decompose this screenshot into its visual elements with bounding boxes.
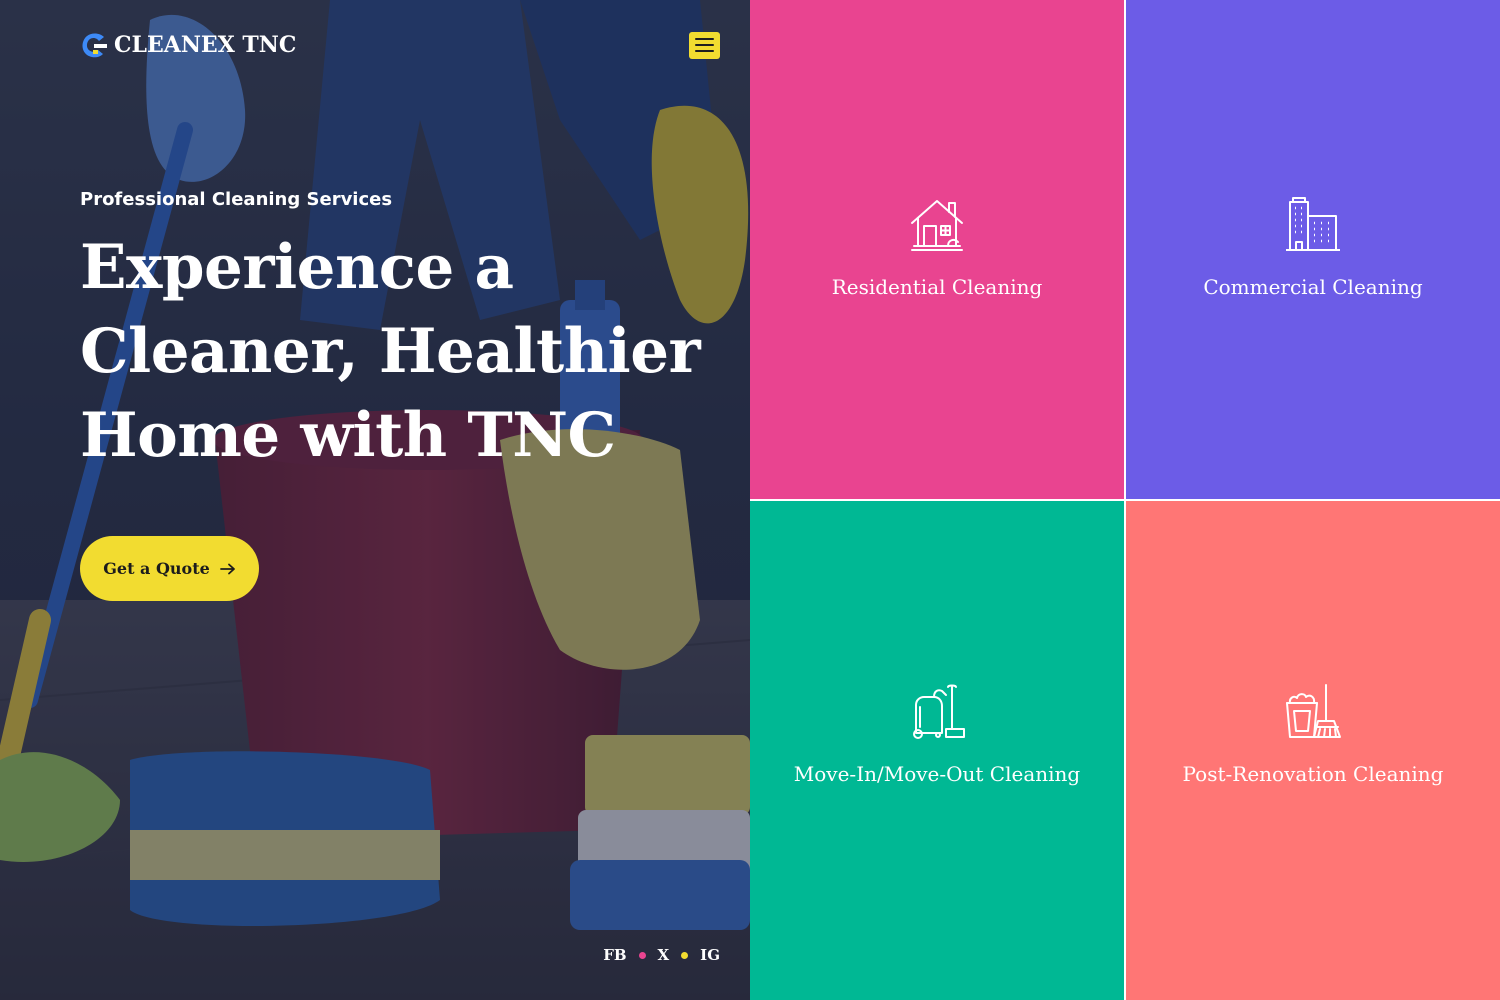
- service-tile-move-in-out[interactable]: Move-In/Move-Out Cleaning: [750, 501, 1124, 1000]
- social-links: FB X IG: [603, 946, 720, 964]
- social-separator-dot: [681, 951, 689, 959]
- hero-dark-overlay: [0, 0, 750, 1000]
- vacuum-cleaner-icon: [908, 683, 966, 741]
- service-title: Move-In/Move-Out Cleaning: [793, 762, 1081, 786]
- get-quote-label: Get a Quote: [103, 559, 210, 578]
- hero-headline: Experience a Cleaner, Healthier Home wit…: [80, 226, 730, 478]
- service-title: Residential Cleaning: [831, 275, 1043, 299]
- services-grid: Residential Cleaning Commercial Cleaning: [750, 0, 1500, 1000]
- get-quote-button[interactable]: Get a Quote: [80, 536, 259, 601]
- service-tile-post-renovation[interactable]: Post-Renovation Cleaning: [1126, 501, 1500, 1000]
- service-tile-residential[interactable]: Residential Cleaning: [750, 0, 1124, 499]
- menu-line: [695, 38, 714, 40]
- headline-line: Experience a: [80, 232, 514, 303]
- service-title: Post-Renovation Cleaning: [1182, 762, 1444, 786]
- service-title: Commercial Cleaning: [1203, 275, 1423, 299]
- menu-line: [695, 50, 714, 52]
- brand-name: CLEANEX TNC: [114, 32, 297, 58]
- headline-line: Home with TNC: [80, 400, 616, 471]
- social-link-x[interactable]: X: [658, 946, 670, 964]
- social-link-fb[interactable]: FB: [603, 946, 626, 964]
- arrow-right-icon: [219, 563, 235, 574]
- brand-logo-link[interactable]: CLEANEX TNC: [80, 31, 296, 59]
- c-swoosh-logo-icon: [82, 33, 107, 58]
- house-icon: [908, 196, 966, 254]
- service-tile-commercial[interactable]: Commercial Cleaning: [1126, 0, 1500, 499]
- hero-kicker: Professional Cleaning Services: [80, 189, 393, 210]
- menu-line: [695, 44, 714, 46]
- hero-section: CLEANEX TNC Professional Cleaning Servic…: [0, 0, 750, 1000]
- top-navigation-bar: CLEANEX TNC: [80, 28, 720, 62]
- headline-line: Cleaner, Healthier: [80, 316, 701, 387]
- social-separator-dot: [638, 951, 646, 959]
- hamburger-menu-button[interactable]: [689, 31, 720, 59]
- page: CLEANEX TNC Professional Cleaning Servic…: [0, 0, 1500, 1000]
- social-link-ig[interactable]: IG: [700, 946, 720, 964]
- office-building-icon: [1284, 196, 1342, 254]
- bucket-broom-icon: [1284, 683, 1342, 741]
